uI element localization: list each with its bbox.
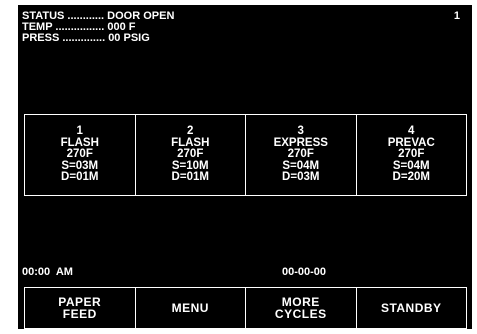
page-number: 1 bbox=[453, 10, 460, 22]
standby-button[interactable]: STANDBY bbox=[357, 288, 467, 328]
cycle-table: 1 FLASH 270F S=03M D=01M 2 FLASH 270F S=… bbox=[24, 114, 467, 196]
cycle-button-2[interactable]: 2 FLASH 270F S=10M D=01M bbox=[136, 115, 246, 195]
cycle-dry-time: D=20M bbox=[392, 171, 430, 184]
menu-button[interactable]: MENU bbox=[136, 288, 246, 328]
cycle-button-4[interactable]: 4 PREVAC 270F S=04M D=20M bbox=[357, 115, 467, 195]
more-cycles-button[interactable]: MORE CYCLES bbox=[246, 288, 357, 328]
paper-feed-button[interactable]: PAPER FEED bbox=[25, 288, 136, 328]
cycle-button-3[interactable]: 3 EXPRESS 270F S=04M D=03M bbox=[246, 115, 357, 195]
screen: STATUS ............ DOOR OPEN TEMP .....… bbox=[0, 0, 477, 334]
cycle-button-1[interactable]: 1 FLASH 270F S=03M D=01M bbox=[25, 115, 136, 195]
cycle-dry-time: D=03M bbox=[282, 171, 320, 184]
softkey-bar: PAPER FEED MENU MORE CYCLES STANDBY bbox=[24, 287, 467, 329]
softkey-label: PAPER FEED bbox=[58, 294, 102, 321]
display-panel: STATUS ............ DOOR OPEN TEMP .....… bbox=[18, 5, 472, 329]
softkey-label: MENU bbox=[171, 300, 209, 315]
clock-time: 00:00 AM bbox=[22, 266, 73, 278]
press-line: PRESS .............. 00 PSIG bbox=[22, 32, 150, 44]
cycle-dry-time: D=01M bbox=[171, 171, 209, 184]
softkey-label: MORE CYCLES bbox=[274, 294, 327, 321]
softkey-label: STANDBY bbox=[380, 300, 442, 315]
cycle-dry-time: D=01M bbox=[61, 171, 99, 184]
clock-date: 00-00-00 bbox=[282, 266, 327, 278]
